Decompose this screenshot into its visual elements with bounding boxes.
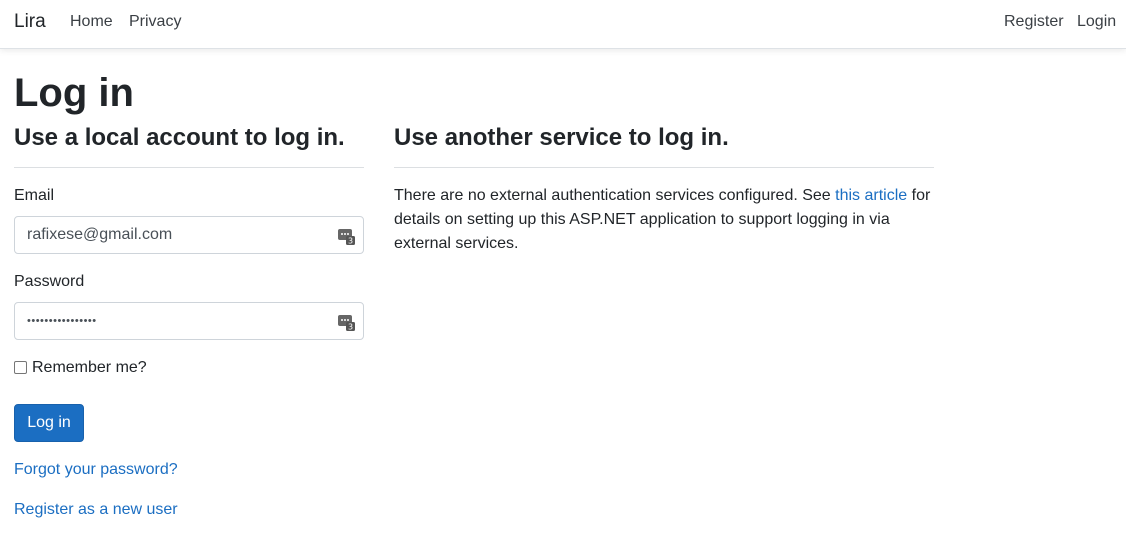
password-label: Password xyxy=(14,273,85,290)
local-divider xyxy=(14,167,364,168)
external-text-before: There are no external authentication ser… xyxy=(394,187,836,204)
password-field[interactable]: •••••••••••••••• 3 xyxy=(14,302,364,340)
this-article-link[interactable]: this article xyxy=(835,187,907,204)
nav-privacy-link[interactable]: Privacy xyxy=(129,13,181,31)
nav-home-link[interactable]: Home xyxy=(70,13,113,31)
password-value: •••••••••••••••• xyxy=(27,315,97,327)
top-navbar: Lira Home Privacy Register Login xyxy=(0,0,1126,49)
nav-register-link[interactable]: Register xyxy=(1004,13,1064,31)
remember-me-label[interactable]: Remember me? xyxy=(32,359,147,377)
email-label: Email xyxy=(14,187,55,204)
register-new-user-link[interactable]: Register as a new user xyxy=(14,501,178,519)
remember-me-checkbox[interactable] xyxy=(14,361,27,374)
forgot-password-link[interactable]: Forgot your password? xyxy=(14,461,178,479)
external-service-heading: Use another service to log in. xyxy=(394,124,729,151)
external-divider xyxy=(394,167,934,168)
local-account-heading: Use a local account to log in. xyxy=(14,124,345,151)
brand-link[interactable]: Lira xyxy=(14,11,46,33)
password-manager-icon[interactable]: 3 xyxy=(337,227,355,245)
email-field[interactable]: rafixese@gmail.com 3 xyxy=(14,216,364,254)
password-manager-icon[interactable]: 3 xyxy=(337,313,355,331)
icon-badge: 3 xyxy=(348,237,353,246)
login-submit-button[interactable]: Log in xyxy=(14,404,84,442)
page-title: Log in xyxy=(14,71,134,115)
email-value: rafixese@gmail.com xyxy=(27,226,173,243)
icon-badge: 3 xyxy=(348,323,353,332)
nav-login-link[interactable]: Login xyxy=(1077,13,1116,31)
external-services-message: There are no external authentication ser… xyxy=(394,184,939,256)
